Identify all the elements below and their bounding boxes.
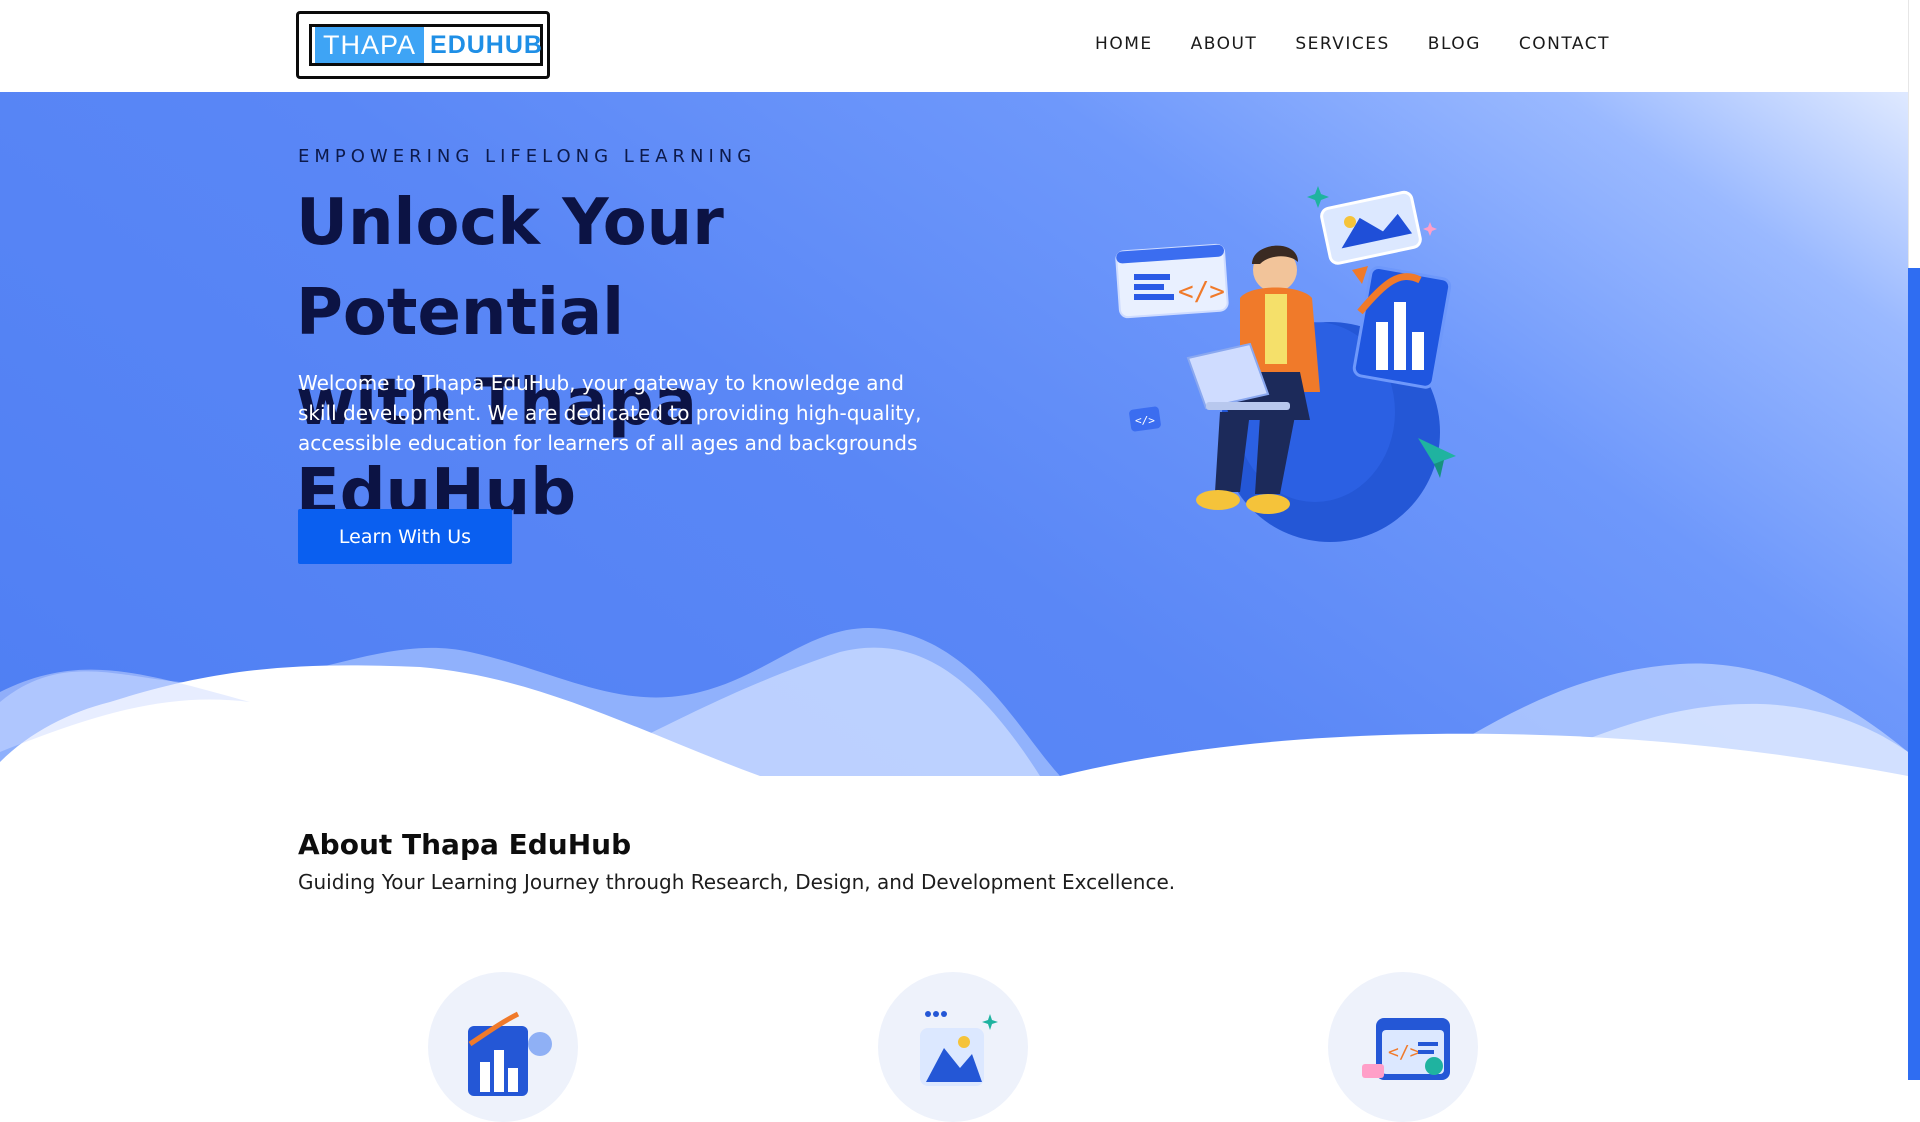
logo-frame: THAPA EDUHUB	[309, 24, 543, 66]
page-scrollbar[interactable]	[1908, 0, 1920, 1080]
svg-text:</>: </>	[1178, 277, 1225, 307]
hero-title: Unlock Your Potential with Thapa EduHub	[296, 178, 996, 538]
learn-with-us-button[interactable]: Learn With Us	[298, 509, 512, 564]
analytics-chart-icon	[428, 972, 578, 1122]
hero-title-line1: Unlock Your Potential	[296, 186, 724, 350]
svg-text:</>: </>	[1135, 414, 1155, 427]
hero-description: Welcome to Thapa EduHub, your gateway to…	[298, 371, 922, 455]
nav-contact[interactable]: CONTACT	[1519, 34, 1610, 54]
scrollbar-thumb[interactable]	[1908, 0, 1920, 268]
code-development-icon: </>	[1328, 972, 1478, 1122]
about-subtitle: Guiding Your Learning Journey through Re…	[298, 870, 1176, 894]
nav-about[interactable]: ABOUT	[1191, 34, 1258, 54]
about-title: About Thapa EduHub	[298, 828, 632, 861]
site-header: THAPA EDUHUB HOME ABOUT SERVICES BLOG CO…	[0, 0, 1908, 92]
svg-text:</>: </>	[1388, 1042, 1421, 1063]
nav-services[interactable]: SERVICES	[1295, 34, 1389, 54]
design-image-icon	[878, 972, 1028, 1122]
nav-home[interactable]: HOME	[1095, 34, 1153, 54]
main-nav: HOME ABOUT SERVICES BLOG CONTACT	[1095, 34, 1610, 54]
site-logo[interactable]: THAPA EDUHUB	[296, 11, 550, 79]
nav-blog[interactable]: BLOG	[1428, 34, 1481, 54]
hero-eyebrow: EMPOWERING LIFELONG LEARNING	[298, 146, 757, 167]
student-with-laptop-illustration: </> </>	[1115, 186, 1456, 542]
hero-section: EMPOWERING LIFELONG LEARNING Unlock Your…	[0, 92, 1908, 776]
logo-text-thapa: THAPA	[315, 27, 425, 63]
logo-text-eduhub: EDUHUB	[430, 30, 543, 59]
